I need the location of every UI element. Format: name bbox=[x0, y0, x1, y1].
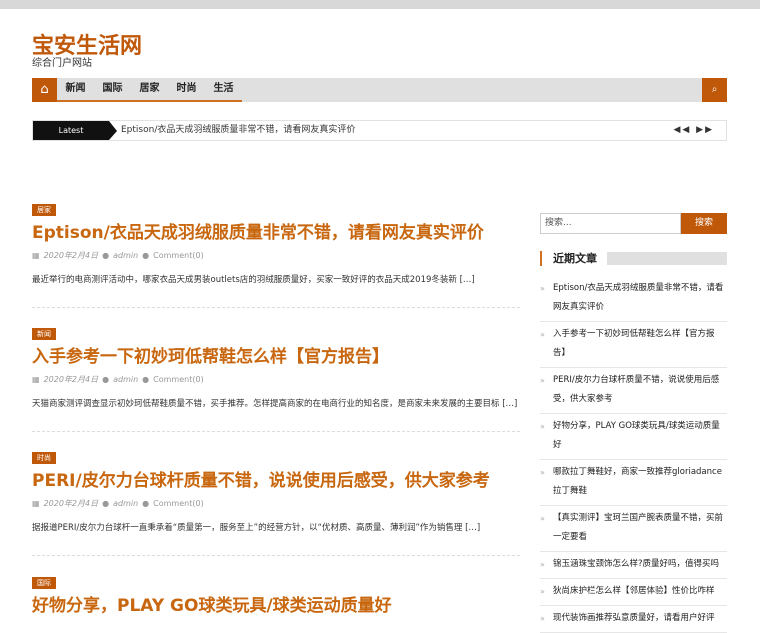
recent-post-item[interactable]: » Eptison/衣品天成羽绒服质量非常不错，请看网友真实评价 bbox=[540, 276, 727, 322]
category-tag[interactable]: 国际 bbox=[32, 577, 56, 589]
post-excerpt: 最近举行的电商测评活动中，哪家衣品天成男装outlets店的羽绒服质量好，买家一… bbox=[32, 275, 475, 285]
post-excerpt: 据报道PERI/皮尔力台球杆一直秉承着“质量第一，服务至上”的经营方针，以“优材… bbox=[32, 523, 481, 533]
search-input[interactable]: 搜索... bbox=[540, 213, 681, 234]
site-description: 综合门户网站 bbox=[32, 58, 92, 69]
post-excerpt: 天猫商家测评调查显示初妙珂低帮鞋质量不错，买手推荐。怎样提高商家的在电商行业的知… bbox=[32, 399, 518, 409]
chevron-right-icon: » bbox=[540, 468, 545, 477]
chevron-right-icon: » bbox=[540, 422, 545, 431]
post: 居家 Eptison/衣品天成羽绒服质量非常不错，请看网友真实评价 ▦ 2020年… bbox=[32, 197, 520, 308]
recent-post-item[interactable]: » PERI/皮尔力台球杆质量不错，说说使用后感受，供大家参考 bbox=[540, 368, 727, 414]
post-date[interactable]: 2020年2月4日 bbox=[44, 375, 99, 384]
nav-item-international[interactable]: 国际 bbox=[94, 78, 131, 102]
top-bar bbox=[0, 0, 760, 9]
comment-icon: ● bbox=[142, 375, 150, 384]
chevron-right-icon: » bbox=[540, 376, 545, 385]
recent-post-item[interactable]: » 现代装饰画推荐弘意质量好，请看用户好评 bbox=[540, 606, 727, 633]
category-tag[interactable]: 时尚 bbox=[32, 452, 56, 464]
chevron-right-icon: » bbox=[540, 284, 545, 293]
ticker-label: Latest bbox=[33, 121, 117, 140]
post-date[interactable]: 2020年2月4日 bbox=[44, 499, 99, 508]
chevron-right-icon: » bbox=[540, 560, 545, 569]
main-nav: ⌂ 新闻 国际 居家 时尚 生活 ⌕ bbox=[32, 78, 727, 102]
comment-icon: ● bbox=[142, 499, 150, 508]
chevron-right-icon: » bbox=[540, 587, 545, 596]
recent-posts-heading: 近期文章 bbox=[540, 251, 727, 266]
user-icon: ● bbox=[102, 375, 110, 384]
recent-post-item[interactable]: » 狄尚床护栏怎么样【邻居体验】性价比咋样 bbox=[540, 579, 727, 606]
post-title[interactable]: 入手参考一下初妙珂低帮鞋怎么样【官方报告】 bbox=[32, 342, 520, 367]
category-tag[interactable]: 新闻 bbox=[32, 328, 56, 340]
search-button[interactable]: 搜索 bbox=[681, 213, 727, 234]
post-comments[interactable]: Comment(0) bbox=[153, 375, 204, 384]
category-tag[interactable]: 居家 bbox=[32, 204, 56, 216]
post: 时尚 PERI/皮尔力台球杆质量不错，说说使用后感受，供大家参考 ▦ 2020年2… bbox=[32, 445, 520, 556]
post-author[interactable]: admin bbox=[113, 375, 138, 384]
post-date[interactable]: 2020年2月4日 bbox=[44, 251, 99, 260]
home-icon[interactable]: ⌂ bbox=[32, 78, 57, 102]
chevron-right-icon: » bbox=[540, 514, 545, 523]
nav-item-news[interactable]: 新闻 bbox=[57, 78, 94, 102]
recent-posts-title: 近期文章 bbox=[553, 252, 597, 265]
user-icon: ● bbox=[102, 499, 110, 508]
post-title[interactable]: PERI/皮尔力台球杆质量不错，说说使用后感受，供大家参考 bbox=[32, 466, 520, 491]
post-comments[interactable]: Comment(0) bbox=[153, 499, 204, 508]
search-icon[interactable]: ⌕ bbox=[702, 78, 727, 102]
ticker-text[interactable]: Eptison/衣品天成羽绒服质量非常不错，请看网友真实评价 bbox=[121, 121, 355, 140]
news-ticker: Latest Eptison/衣品天成羽绒服质量非常不错，请看网友真实评价 ◀◀… bbox=[32, 120, 727, 141]
recent-post-item[interactable]: » 哪款拉丁舞鞋好，商家一致推荐gloriadance拉丁舞鞋 bbox=[540, 460, 727, 506]
calendar-icon: ▦ bbox=[32, 375, 40, 384]
divider bbox=[32, 431, 520, 432]
divider bbox=[32, 307, 520, 308]
user-icon: ● bbox=[102, 251, 110, 260]
chevron-right-icon: » bbox=[540, 330, 545, 339]
recent-post-item[interactable]: » 【真实测评】宝珂兰国产腕表质量不错，买前一定要看 bbox=[540, 506, 727, 552]
post: 国际 好物分享，PLAY GO球类玩具/球类运动质量好 bbox=[32, 570, 520, 616]
post-author[interactable]: admin bbox=[113, 251, 138, 260]
ticker-controls[interactable]: ◀◀ ▶▶ bbox=[673, 121, 714, 140]
post: 新闻 入手参考一下初妙珂低帮鞋怎么样【官方报告】 ▦ 2020年2月4日 ● admi… bbox=[32, 321, 520, 432]
nav-item-life[interactable]: 生活 bbox=[205, 78, 242, 102]
chevron-right-icon: » bbox=[540, 614, 545, 623]
comment-icon: ● bbox=[142, 251, 150, 260]
recent-posts-list: » Eptison/衣品天成羽绒服质量非常不错，请看网友真实评价 » 入手参考一下初… bbox=[540, 276, 727, 633]
recent-post-item[interactable]: » 好物分享，PLAY GO球类玩具/球类运动质量好 bbox=[540, 414, 727, 460]
divider bbox=[32, 555, 520, 556]
calendar-icon: ▦ bbox=[32, 251, 40, 260]
post-comments[interactable]: Comment(0) bbox=[153, 251, 204, 260]
nav-item-home-living[interactable]: 居家 bbox=[131, 78, 168, 102]
nav-item-fashion[interactable]: 时尚 bbox=[168, 78, 205, 102]
recent-post-item[interactable]: » 入手参考一下初妙珂低帮鞋怎么样【官方报告】 bbox=[540, 322, 727, 368]
post-title[interactable]: 好物分享，PLAY GO球类玩具/球类运动质量好 bbox=[32, 591, 520, 616]
recent-post-item[interactable]: » 锦玉涵珠宝颈饰怎么样?质量好吗，值得买吗 bbox=[540, 552, 727, 579]
post-title[interactable]: Eptison/衣品天成羽绒服质量非常不错，请看网友真实评价 bbox=[32, 218, 520, 243]
calendar-icon: ▦ bbox=[32, 499, 40, 508]
post-author[interactable]: admin bbox=[113, 499, 138, 508]
